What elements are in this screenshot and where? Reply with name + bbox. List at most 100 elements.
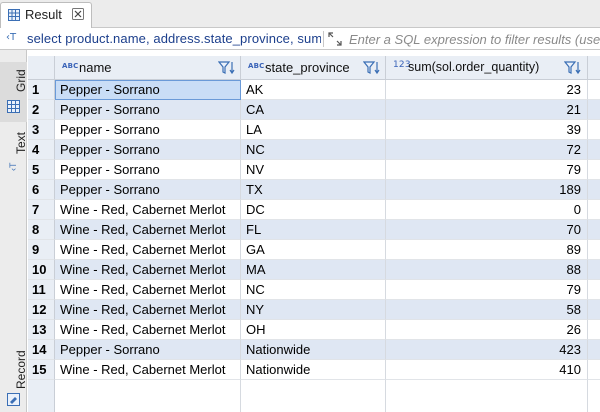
cell-name[interactable]: Wine - Red, Cabernet Merlot: [55, 220, 241, 240]
cell-sum[interactable]: 26: [386, 320, 588, 340]
row-filler: [588, 320, 600, 340]
row-number[interactable]: 3: [28, 120, 55, 140]
tab-result[interactable]: Result: [0, 2, 92, 28]
cell-state-province[interactable]: NC: [241, 280, 386, 300]
row-number[interactable]: 8: [28, 220, 55, 240]
cell-sum[interactable]: 58: [386, 300, 588, 320]
column-filter-icon[interactable]: [363, 60, 381, 75]
cell-sum[interactable]: 0: [386, 200, 588, 220]
row-filler: [588, 80, 600, 100]
row-number[interactable]: 15: [28, 360, 55, 380]
row-number[interactable]: 10: [28, 260, 55, 280]
table-row[interactable]: 14 Pepper - Sorrano Nationwide 423: [28, 340, 600, 360]
row-number[interactable]: 4: [28, 140, 55, 160]
cell-state-province[interactable]: GA: [241, 240, 386, 260]
cell-state-province[interactable]: FL: [241, 220, 386, 240]
cell-sum[interactable]: 23: [386, 80, 588, 100]
cell-state-province[interactable]: Nationwide: [241, 360, 386, 380]
row-number[interactable]: 11: [28, 280, 55, 300]
tab-grid[interactable]: Grid: [0, 62, 28, 122]
cell-name[interactable]: Wine - Red, Cabernet Merlot: [55, 360, 241, 380]
cell-sum[interactable]: 88: [386, 260, 588, 280]
cell-sum[interactable]: 72: [386, 140, 588, 160]
sql-console-icon[interactable]: ‹T: [6, 32, 16, 44]
sql-query-text[interactable]: select product.name, address.state_provi…: [27, 31, 321, 46]
column-header-sum-order-quantity[interactable]: 123 sum(sol.order_quantity): [386, 56, 588, 80]
cell-sum[interactable]: 21: [386, 100, 588, 120]
cell-state-province[interactable]: LA: [241, 120, 386, 140]
cell-name[interactable]: Wine - Red, Cabernet Merlot: [55, 300, 241, 320]
row-number[interactable]: 5: [28, 160, 55, 180]
cell-name[interactable]: Pepper - Sorrano: [55, 140, 241, 160]
cell-state-province[interactable]: MA: [241, 260, 386, 280]
cell-sum[interactable]: 70: [386, 220, 588, 240]
cell-sum[interactable]: 39: [386, 120, 588, 140]
cell-state-province[interactable]: TX: [241, 180, 386, 200]
cell-name[interactable]: Wine - Red, Cabernet Merlot: [55, 200, 241, 220]
filter-expression-input[interactable]: [349, 29, 600, 49]
row-number[interactable]: 13: [28, 320, 55, 340]
table-row[interactable]: 11 Wine - Red, Cabernet Merlot NC 79: [28, 280, 600, 300]
table-row[interactable]: 6 Pepper - Sorrano TX 189: [28, 180, 600, 200]
row-filler: [588, 100, 600, 120]
cell-sum[interactable]: 189: [386, 180, 588, 200]
table-row[interactable]: 5 Pepper - Sorrano NV 79: [28, 160, 600, 180]
row-number[interactable]: 12: [28, 300, 55, 320]
cell-sum[interactable]: 79: [386, 160, 588, 180]
row-number[interactable]: 2: [28, 100, 55, 120]
grid-corner[interactable]: [28, 56, 55, 80]
row-filler: [588, 360, 600, 380]
cell-sum[interactable]: 89: [386, 240, 588, 260]
cell-sum[interactable]: 423: [386, 340, 588, 360]
column-filter-icon[interactable]: [218, 60, 236, 75]
cell-state-province[interactable]: CA: [241, 100, 386, 120]
cell-name[interactable]: Pepper - Sorrano: [55, 180, 241, 200]
row-number[interactable]: 1: [28, 80, 55, 100]
table-row[interactable]: 15 Wine - Red, Cabernet Merlot Nationwid…: [28, 360, 600, 380]
cell-sum[interactable]: 79: [386, 280, 588, 300]
cell-state-province[interactable]: NC: [241, 140, 386, 160]
cell-state-province[interactable]: Nationwide: [241, 340, 386, 360]
tab-record[interactable]: Record: [0, 345, 28, 407]
cell-state-province[interactable]: AK: [241, 80, 386, 100]
cell-state-province[interactable]: OH: [241, 320, 386, 340]
text-type-badge: ABC: [62, 62, 79, 70]
row-number[interactable]: 7: [28, 200, 55, 220]
filter-bar: ‹T select product.name, address.state_pr…: [0, 28, 600, 50]
cell-state-province[interactable]: NY: [241, 300, 386, 320]
table-row[interactable]: 4 Pepper - Sorrano NC 72: [28, 140, 600, 160]
row-number[interactable]: 14: [28, 340, 55, 360]
table-row[interactable]: 9 Wine - Red, Cabernet Merlot GA 89: [28, 240, 600, 260]
cell-sum[interactable]: 410: [386, 360, 588, 380]
record-view-icon: [7, 393, 20, 406]
cell-name[interactable]: Wine - Red, Cabernet Merlot: [55, 280, 241, 300]
table-row[interactable]: 10 Wine - Red, Cabernet Merlot MA 88: [28, 260, 600, 280]
cell-name[interactable]: Pepper - Sorrano: [55, 160, 241, 180]
table-row[interactable]: 1 Pepper - Sorrano AK 23: [28, 80, 600, 100]
table-row[interactable]: 3 Pepper - Sorrano LA 39: [28, 120, 600, 140]
cell-name[interactable]: Pepper - Sorrano: [55, 120, 241, 140]
cell-name[interactable]: Pepper - Sorrano: [55, 340, 241, 360]
table-row[interactable]: 12 Wine - Red, Cabernet Merlot NY 58: [28, 300, 600, 320]
row-number[interactable]: 6: [28, 180, 55, 200]
cell-name[interactable]: Wine - Red, Cabernet Merlot: [55, 320, 241, 340]
cell-name[interactable]: Wine - Red, Cabernet Merlot: [55, 240, 241, 260]
expand-arrows-icon[interactable]: [328, 32, 342, 46]
row-filler: [588, 120, 600, 140]
tab-text[interactable]: Text ‹T: [0, 126, 28, 176]
cell-name[interactable]: Pepper - Sorrano: [55, 100, 241, 120]
row-filler: [588, 140, 600, 160]
column-filter-icon[interactable]: [564, 60, 582, 75]
cell-state-province[interactable]: NV: [241, 160, 386, 180]
cell-name[interactable]: Wine - Red, Cabernet Merlot: [55, 260, 241, 280]
table-row[interactable]: 8 Wine - Red, Cabernet Merlot FL 70: [28, 220, 600, 240]
cell-name[interactable]: Pepper - Sorrano: [55, 80, 241, 100]
table-row[interactable]: 13 Wine - Red, Cabernet Merlot OH 26: [28, 320, 600, 340]
table-row[interactable]: 2 Pepper - Sorrano CA 21: [28, 100, 600, 120]
column-header-state-province[interactable]: ABC state_province: [241, 56, 386, 80]
table-row[interactable]: 7 Wine - Red, Cabernet Merlot DC 0: [28, 200, 600, 220]
column-header-name[interactable]: ABC name: [55, 56, 241, 80]
cell-state-province[interactable]: DC: [241, 200, 386, 220]
close-icon[interactable]: [72, 8, 84, 20]
row-number[interactable]: 9: [28, 240, 55, 260]
